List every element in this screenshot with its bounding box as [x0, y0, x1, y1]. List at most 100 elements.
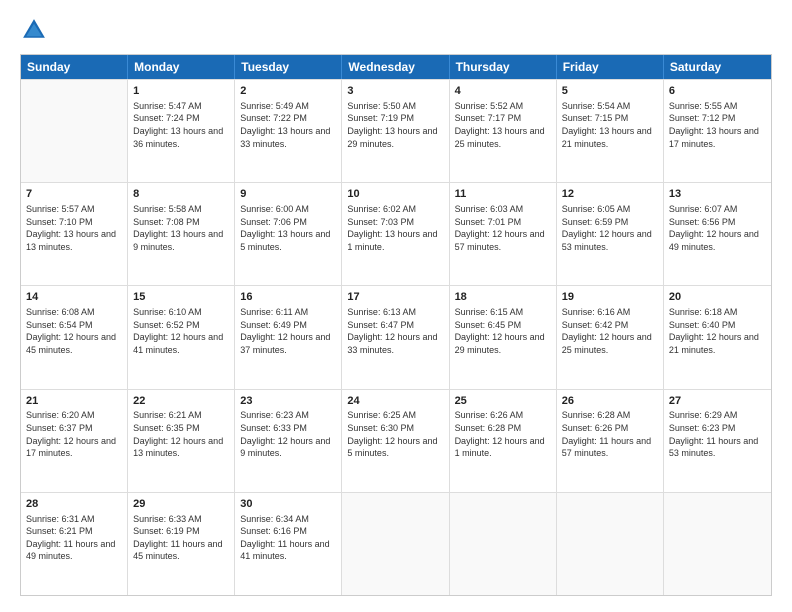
logo [20, 16, 52, 44]
day-number: 18 [455, 290, 551, 305]
calendar-empty [21, 80, 128, 182]
cell-info: Sunrise: 6:33 AM Sunset: 6:19 PM Dayligh… [133, 513, 229, 563]
calendar-day-15: 15Sunrise: 6:10 AM Sunset: 6:52 PM Dayli… [128, 286, 235, 388]
day-number: 17 [347, 290, 443, 305]
calendar-day-9: 9Sunrise: 6:00 AM Sunset: 7:06 PM Daylig… [235, 183, 342, 285]
day-number: 22 [133, 394, 229, 409]
cell-info: Sunrise: 6:31 AM Sunset: 6:21 PM Dayligh… [26, 513, 122, 563]
calendar-day-19: 19Sunrise: 6:16 AM Sunset: 6:42 PM Dayli… [557, 286, 664, 388]
cell-info: Sunrise: 5:57 AM Sunset: 7:10 PM Dayligh… [26, 203, 122, 253]
cell-info: Sunrise: 6:16 AM Sunset: 6:42 PM Dayligh… [562, 306, 658, 356]
day-number: 6 [669, 84, 766, 99]
calendar-day-12: 12Sunrise: 6:05 AM Sunset: 6:59 PM Dayli… [557, 183, 664, 285]
calendar-day-10: 10Sunrise: 6:02 AM Sunset: 7:03 PM Dayli… [342, 183, 449, 285]
calendar-week-4: 21Sunrise: 6:20 AM Sunset: 6:37 PM Dayli… [21, 389, 771, 492]
calendar-empty [450, 493, 557, 595]
calendar-day-18: 18Sunrise: 6:15 AM Sunset: 6:45 PM Dayli… [450, 286, 557, 388]
cell-info: Sunrise: 6:02 AM Sunset: 7:03 PM Dayligh… [347, 203, 443, 253]
day-number: 8 [133, 187, 229, 202]
calendar-day-25: 25Sunrise: 6:26 AM Sunset: 6:28 PM Dayli… [450, 390, 557, 492]
day-number: 10 [347, 187, 443, 202]
day-number: 4 [455, 84, 551, 99]
cell-info: Sunrise: 6:28 AM Sunset: 6:26 PM Dayligh… [562, 409, 658, 459]
day-number: 9 [240, 187, 336, 202]
day-number: 28 [26, 497, 122, 512]
calendar-week-1: 1Sunrise: 5:47 AM Sunset: 7:24 PM Daylig… [21, 79, 771, 182]
day-number: 13 [669, 187, 766, 202]
day-number: 25 [455, 394, 551, 409]
cell-info: Sunrise: 6:07 AM Sunset: 6:56 PM Dayligh… [669, 203, 766, 253]
calendar-body: 1Sunrise: 5:47 AM Sunset: 7:24 PM Daylig… [21, 79, 771, 595]
calendar-day-14: 14Sunrise: 6:08 AM Sunset: 6:54 PM Dayli… [21, 286, 128, 388]
cell-info: Sunrise: 5:52 AM Sunset: 7:17 PM Dayligh… [455, 100, 551, 150]
calendar-day-6: 6Sunrise: 5:55 AM Sunset: 7:12 PM Daylig… [664, 80, 771, 182]
day-number: 30 [240, 497, 336, 512]
day-number: 16 [240, 290, 336, 305]
day-number: 11 [455, 187, 551, 202]
cell-info: Sunrise: 6:11 AM Sunset: 6:49 PM Dayligh… [240, 306, 336, 356]
day-number: 29 [133, 497, 229, 512]
cell-info: Sunrise: 6:25 AM Sunset: 6:30 PM Dayligh… [347, 409, 443, 459]
header-day-monday: Monday [128, 55, 235, 79]
calendar-day-27: 27Sunrise: 6:29 AM Sunset: 6:23 PM Dayli… [664, 390, 771, 492]
calendar: SundayMondayTuesdayWednesdayThursdayFrid… [20, 54, 772, 596]
calendar-day-20: 20Sunrise: 6:18 AM Sunset: 6:40 PM Dayli… [664, 286, 771, 388]
calendar-day-3: 3Sunrise: 5:50 AM Sunset: 7:19 PM Daylig… [342, 80, 449, 182]
cell-info: Sunrise: 5:50 AM Sunset: 7:19 PM Dayligh… [347, 100, 443, 150]
calendar-week-5: 28Sunrise: 6:31 AM Sunset: 6:21 PM Dayli… [21, 492, 771, 595]
cell-info: Sunrise: 6:05 AM Sunset: 6:59 PM Dayligh… [562, 203, 658, 253]
cell-info: Sunrise: 6:13 AM Sunset: 6:47 PM Dayligh… [347, 306, 443, 356]
day-number: 3 [347, 84, 443, 99]
calendar-header: SundayMondayTuesdayWednesdayThursdayFrid… [21, 55, 771, 79]
header-day-saturday: Saturday [664, 55, 771, 79]
calendar-day-30: 30Sunrise: 6:34 AM Sunset: 6:16 PM Dayli… [235, 493, 342, 595]
day-number: 23 [240, 394, 336, 409]
day-number: 14 [26, 290, 122, 305]
cell-info: Sunrise: 5:49 AM Sunset: 7:22 PM Dayligh… [240, 100, 336, 150]
cell-info: Sunrise: 6:10 AM Sunset: 6:52 PM Dayligh… [133, 306, 229, 356]
calendar-empty [557, 493, 664, 595]
cell-info: Sunrise: 5:58 AM Sunset: 7:08 PM Dayligh… [133, 203, 229, 253]
header-day-tuesday: Tuesday [235, 55, 342, 79]
cell-info: Sunrise: 6:20 AM Sunset: 6:37 PM Dayligh… [26, 409, 122, 459]
calendar-day-26: 26Sunrise: 6:28 AM Sunset: 6:26 PM Dayli… [557, 390, 664, 492]
day-number: 7 [26, 187, 122, 202]
calendar-day-4: 4Sunrise: 5:52 AM Sunset: 7:17 PM Daylig… [450, 80, 557, 182]
day-number: 15 [133, 290, 229, 305]
day-number: 5 [562, 84, 658, 99]
calendar-day-1: 1Sunrise: 5:47 AM Sunset: 7:24 PM Daylig… [128, 80, 235, 182]
day-number: 24 [347, 394, 443, 409]
calendar-day-21: 21Sunrise: 6:20 AM Sunset: 6:37 PM Dayli… [21, 390, 128, 492]
calendar-day-22: 22Sunrise: 6:21 AM Sunset: 6:35 PM Dayli… [128, 390, 235, 492]
calendar-day-17: 17Sunrise: 6:13 AM Sunset: 6:47 PM Dayli… [342, 286, 449, 388]
cell-info: Sunrise: 6:15 AM Sunset: 6:45 PM Dayligh… [455, 306, 551, 356]
calendar-day-8: 8Sunrise: 5:58 AM Sunset: 7:08 PM Daylig… [128, 183, 235, 285]
calendar-day-7: 7Sunrise: 5:57 AM Sunset: 7:10 PM Daylig… [21, 183, 128, 285]
calendar-day-16: 16Sunrise: 6:11 AM Sunset: 6:49 PM Dayli… [235, 286, 342, 388]
cell-info: Sunrise: 6:00 AM Sunset: 7:06 PM Dayligh… [240, 203, 336, 253]
cell-info: Sunrise: 5:54 AM Sunset: 7:15 PM Dayligh… [562, 100, 658, 150]
header-day-wednesday: Wednesday [342, 55, 449, 79]
cell-info: Sunrise: 6:26 AM Sunset: 6:28 PM Dayligh… [455, 409, 551, 459]
cell-info: Sunrise: 6:21 AM Sunset: 6:35 PM Dayligh… [133, 409, 229, 459]
day-number: 27 [669, 394, 766, 409]
calendar-week-3: 14Sunrise: 6:08 AM Sunset: 6:54 PM Dayli… [21, 285, 771, 388]
day-number: 26 [562, 394, 658, 409]
day-number: 12 [562, 187, 658, 202]
header-day-friday: Friday [557, 55, 664, 79]
day-number: 21 [26, 394, 122, 409]
calendar-day-5: 5Sunrise: 5:54 AM Sunset: 7:15 PM Daylig… [557, 80, 664, 182]
calendar-day-2: 2Sunrise: 5:49 AM Sunset: 7:22 PM Daylig… [235, 80, 342, 182]
day-number: 19 [562, 290, 658, 305]
header [20, 16, 772, 44]
cell-info: Sunrise: 6:18 AM Sunset: 6:40 PM Dayligh… [669, 306, 766, 356]
calendar-empty [342, 493, 449, 595]
calendar-week-2: 7Sunrise: 5:57 AM Sunset: 7:10 PM Daylig… [21, 182, 771, 285]
day-number: 20 [669, 290, 766, 305]
day-number: 2 [240, 84, 336, 99]
cell-info: Sunrise: 6:23 AM Sunset: 6:33 PM Dayligh… [240, 409, 336, 459]
cell-info: Sunrise: 6:29 AM Sunset: 6:23 PM Dayligh… [669, 409, 766, 459]
page: SundayMondayTuesdayWednesdayThursdayFrid… [0, 0, 792, 612]
cell-info: Sunrise: 5:55 AM Sunset: 7:12 PM Dayligh… [669, 100, 766, 150]
calendar-day-28: 28Sunrise: 6:31 AM Sunset: 6:21 PM Dayli… [21, 493, 128, 595]
